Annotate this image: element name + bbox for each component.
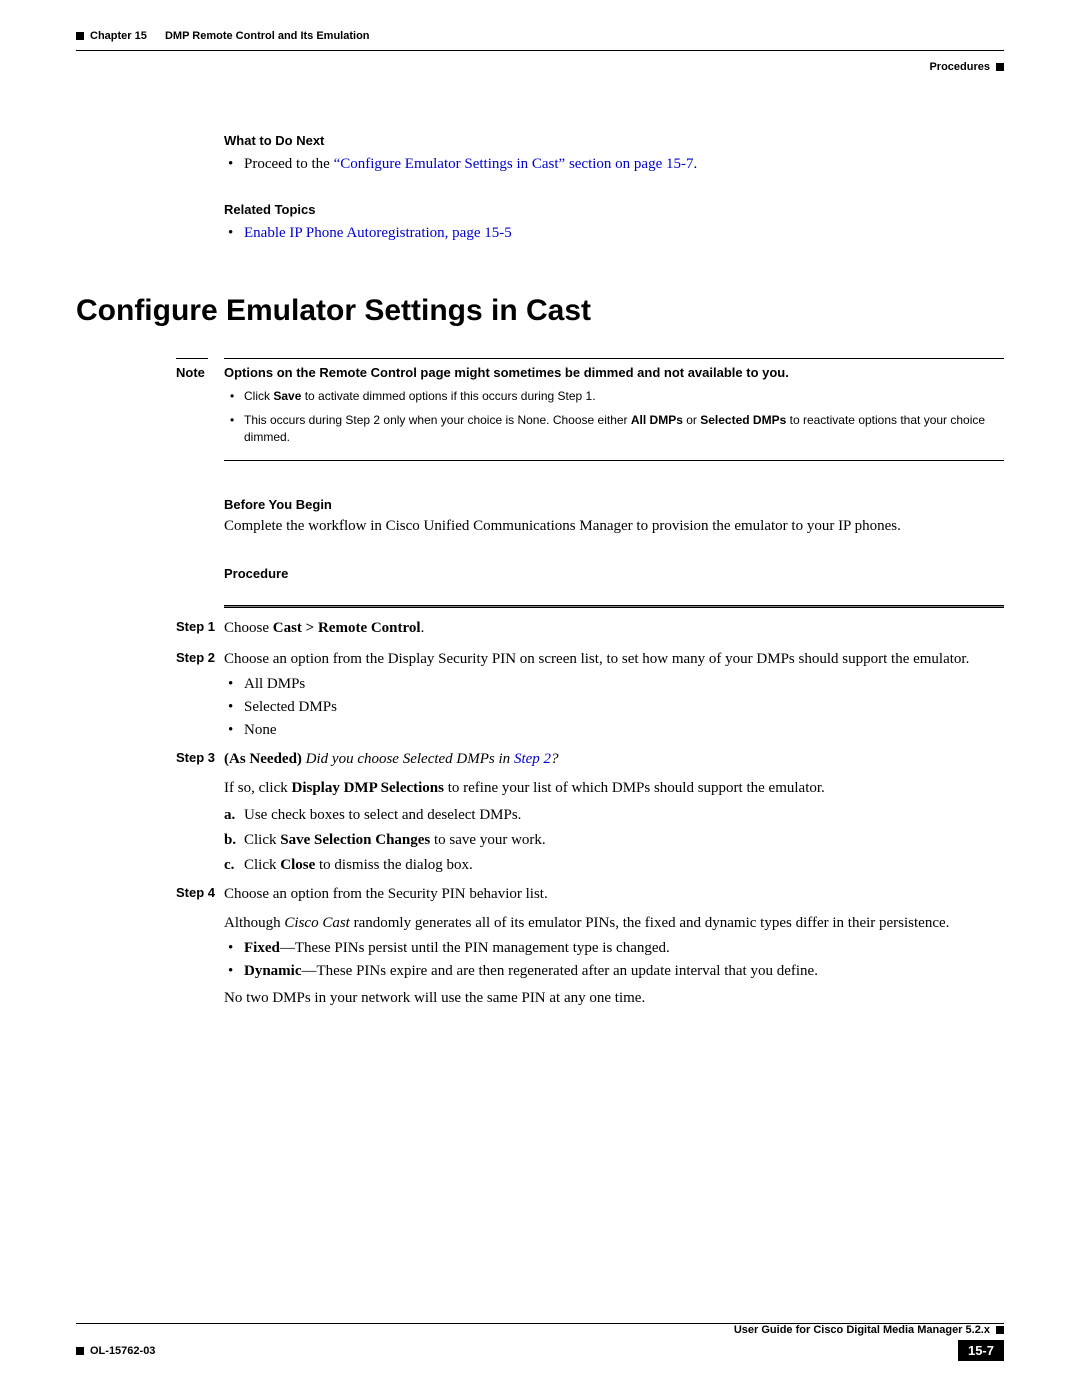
step-4: Step 4 Choose an option from the Securit…	[76, 884, 1004, 905]
step-1-label: Step 1	[76, 618, 224, 639]
step-2: Step 2 Choose an option from the Display…	[76, 649, 1004, 670]
step-4-fixed: Fixed—These PINs persist until the PIN m…	[244, 940, 1004, 957]
enable-autoreg-link[interactable]: Enable IP Phone Autoregistration, page 1…	[244, 225, 512, 241]
square-icon	[76, 32, 84, 40]
step-3: Step 3 (As Needed) Did you choose Select…	[76, 749, 1004, 770]
step-2-label: Step 2	[76, 649, 224, 670]
procedure-label: Procedure	[224, 566, 1004, 581]
note-bullet-1: Click Save to activate dimmed options if…	[244, 388, 1004, 405]
before-you-begin-label: Before You Begin	[224, 497, 1004, 512]
procedure-rule	[224, 605, 1004, 608]
square-icon	[76, 1347, 84, 1355]
running-header-left: Chapter 15 DMP Remote Control and Its Em…	[76, 30, 1004, 42]
square-icon	[996, 63, 1004, 71]
step-3-b: b.Click Save Selection Changes to save y…	[244, 832, 1004, 849]
page-number: 15-7	[958, 1340, 1004, 1361]
doc-title: User Guide for Cisco Digital Media Manag…	[734, 1324, 990, 1336]
note-box: Note Options on the Remote Control page …	[176, 358, 1004, 380]
doc-id: OL-15762-03	[90, 1345, 155, 1357]
note-label: Note	[176, 365, 224, 380]
step-2-opt-1: All DMPs	[244, 676, 1004, 693]
note-lead: Options on the Remote Control page might…	[224, 358, 1004, 380]
step-2-opt-2: Selected DMPs	[244, 699, 1004, 716]
before-you-begin-text: Complete the workflow in Cisco Unified C…	[224, 516, 1004, 536]
page-title: Configure Emulator Settings in Cast	[76, 294, 1004, 328]
what-next-item: Proceed to the “Configure Emulator Setti…	[244, 154, 1004, 174]
running-header-right: Procedures	[76, 61, 1004, 73]
header-rule	[76, 50, 1004, 51]
square-icon	[996, 1326, 1004, 1334]
chapter-title: DMP Remote Control and Its Emulation	[165, 30, 370, 42]
step-3-label: Step 3	[76, 749, 224, 770]
step-4-label: Step 4	[76, 884, 224, 905]
page-footer: User Guide for Cisco Digital Media Manag…	[76, 1323, 1004, 1361]
step-2-opt-3: None	[244, 722, 1004, 739]
section-name: Procedures	[929, 61, 990, 73]
what-to-do-next-label: What to Do Next	[224, 133, 1004, 148]
step-3-c: c.Click Close to dismiss the dialog box.	[244, 857, 1004, 874]
step-4-dynamic: Dynamic—These PINs expire and are then r…	[244, 963, 1004, 980]
note-bottom-rule	[224, 460, 1004, 461]
configure-emulator-link[interactable]: “Configure Emulator Settings in Cast” se…	[334, 156, 694, 172]
step-4-paragraph: Although Cisco Cast randomly generates a…	[224, 913, 1004, 934]
step-2-ref-link[interactable]: Step 2	[514, 751, 551, 767]
related-topics-label: Related Topics	[224, 202, 1004, 217]
note-bullet-2: This occurs during Step 2 only when your…	[244, 412, 1004, 446]
step-1: Step 1 Choose Cast > Remote Control.	[76, 618, 1004, 639]
chapter-number: Chapter 15	[90, 30, 147, 42]
step-3-a: a.Use check boxes to select and deselect…	[244, 807, 1004, 824]
step-4-last: No two DMPs in your network will use the…	[224, 988, 1004, 1009]
step-3-paragraph: If so, click Display DMP Selections to r…	[224, 778, 1004, 799]
related-item: Enable IP Phone Autoregistration, page 1…	[244, 223, 1004, 243]
